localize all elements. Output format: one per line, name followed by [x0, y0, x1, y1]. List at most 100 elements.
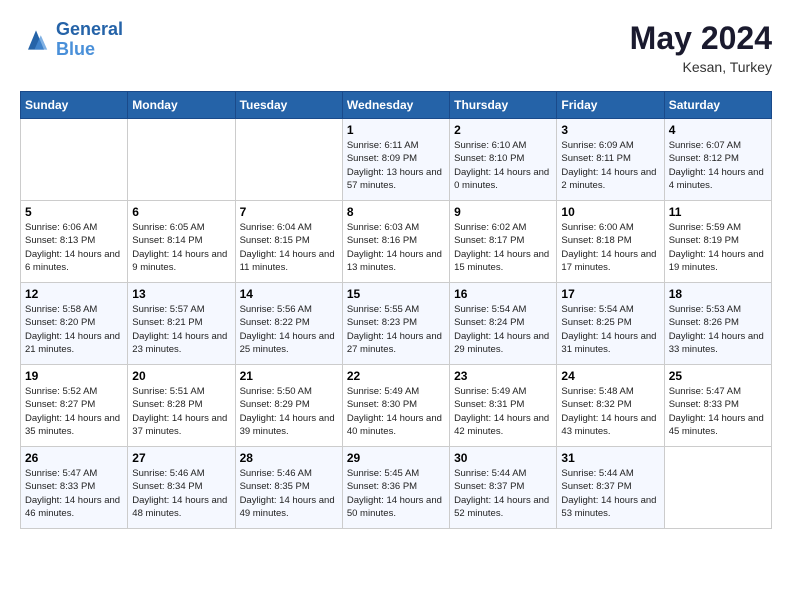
calendar-cell — [235, 119, 342, 201]
calendar-cell: 6Sunrise: 6:05 AMSunset: 8:14 PMDaylight… — [128, 201, 235, 283]
day-number: 13 — [132, 287, 230, 301]
day-info: Sunrise: 5:49 AMSunset: 8:30 PMDaylight:… — [347, 385, 445, 438]
day-number: 18 — [669, 287, 767, 301]
day-number: 29 — [347, 451, 445, 465]
calendar-cell — [664, 447, 771, 529]
calendar-cell: 4Sunrise: 6:07 AMSunset: 8:12 PMDaylight… — [664, 119, 771, 201]
day-info: Sunrise: 5:57 AMSunset: 8:21 PMDaylight:… — [132, 303, 230, 356]
calendar-cell: 15 Sunrise: 5:55 AMSunset: 8:23 PMDayligh… — [342, 283, 449, 365]
day-number: 30 — [454, 451, 552, 465]
day-info: Sunrise: 6:09 AMSunset: 8:11 PMDaylight:… — [561, 139, 659, 192]
day-info: Sunrise: 5:47 AMSunset: 8:33 PMDaylight:… — [25, 467, 123, 520]
calendar-cell: 14Sunrise: 5:56 AMSunset: 8:22 PMDayligh… — [235, 283, 342, 365]
day-info: Sunrise: 5:54 AMSunset: 8:24 PMDaylight:… — [454, 303, 552, 356]
month-title: May 2024 — [630, 20, 772, 57]
day-info: Sunrise: 6:04 AMSunset: 8:15 PMDaylight:… — [240, 221, 338, 274]
day-number: 27 — [132, 451, 230, 465]
day-info: Sunrise: 5:45 AMSunset: 8:36 PMDaylight:… — [347, 467, 445, 520]
column-header-friday: Friday — [557, 92, 664, 119]
day-info: Sunrise: 5:46 AMSunset: 8:34 PMDaylight:… — [132, 467, 230, 520]
day-number: 3 — [561, 123, 659, 137]
day-number: 20 — [132, 369, 230, 383]
calendar-cell: 23 Sunrise: 5:49 AMSunset: 8:31 PMDayligh… — [450, 365, 557, 447]
day-number: 7 — [240, 205, 338, 219]
day-number: 10 — [561, 205, 659, 219]
day-info: Sunrise: 5:54 AMSunset: 8:25 PMDaylight:… — [561, 303, 659, 356]
day-number: 28 — [240, 451, 338, 465]
calendar-table: SundayMondayTuesdayWednesdayThursdayFrid… — [20, 91, 772, 529]
day-number: 23 — [454, 369, 552, 383]
day-number: 15 — [347, 287, 445, 301]
calendar-cell — [128, 119, 235, 201]
logo: General Blue — [20, 20, 123, 60]
calendar-cell: 13 Sunrise: 5:57 AMSunset: 8:21 PMDayligh… — [128, 283, 235, 365]
calendar-cell: 9 Sunrise: 6:02 AMSunset: 8:17 PMDaylight… — [450, 201, 557, 283]
day-number: 24 — [561, 369, 659, 383]
column-header-monday: Monday — [128, 92, 235, 119]
calendar-body: 1Sunrise: 6:11 AMSunset: 8:09 PMDaylight… — [21, 119, 772, 529]
day-info: Sunrise: 5:53 AMSunset: 8:26 PMDaylight:… — [669, 303, 767, 356]
calendar-cell: 10 Sunrise: 6:00 AMSunset: 8:18 PMDayligh… — [557, 201, 664, 283]
day-info: Sunrise: 5:51 AMSunset: 8:28 PMDaylight:… — [132, 385, 230, 438]
day-info: Sunrise: 6:07 AMSunset: 8:12 PMDaylight:… — [669, 139, 767, 192]
calendar-cell: 29 Sunrise: 5:45 AMSunset: 8:36 PMDayligh… — [342, 447, 449, 529]
day-info: Sunrise: 6:02 AMSunset: 8:17 PMDaylight:… — [454, 221, 552, 274]
calendar-cell: 12 Sunrise: 5:58 AMSunset: 8:20 PMDayligh… — [21, 283, 128, 365]
column-header-tuesday: Tuesday — [235, 92, 342, 119]
day-number: 9 — [454, 205, 552, 219]
calendar-cell: 8Sunrise: 6:03 AMSunset: 8:16 PMDaylight… — [342, 201, 449, 283]
day-number: 16 — [454, 287, 552, 301]
calendar-cell: 22 Sunrise: 5:49 AMSunset: 8:30 PMDayligh… — [342, 365, 449, 447]
column-header-wednesday: Wednesday — [342, 92, 449, 119]
day-info: Sunrise: 5:44 AMSunset: 8:37 PMDaylight:… — [561, 467, 659, 520]
calendar-cell: 21Sunrise: 5:50 AMSunset: 8:29 PMDayligh… — [235, 365, 342, 447]
logo-icon — [20, 24, 52, 56]
page-header: General Blue May 2024 Kesan, Turkey — [20, 20, 772, 75]
day-number: 21 — [240, 369, 338, 383]
logo-text: General Blue — [56, 20, 123, 60]
calendar-cell: 2Sunrise: 6:10 AMSunset: 8:10 PMDaylight… — [450, 119, 557, 201]
day-info: Sunrise: 5:52 AMSunset: 8:27 PMDaylight:… — [25, 385, 123, 438]
day-info: Sunrise: 6:06 AMSunset: 8:13 PMDaylight:… — [25, 221, 123, 274]
day-info: Sunrise: 5:58 AMSunset: 8:20 PMDaylight:… — [25, 303, 123, 356]
calendar-cell: 30 Sunrise: 5:44 AMSunset: 8:37 PMDayligh… — [450, 447, 557, 529]
day-number: 22 — [347, 369, 445, 383]
calendar-cell: 28 Sunrise: 5:46 AMSunset: 8:35 PMDayligh… — [235, 447, 342, 529]
day-info: Sunrise: 5:48 AMSunset: 8:32 PMDaylight:… — [561, 385, 659, 438]
day-info: Sunrise: 5:44 AMSunset: 8:37 PMDaylight:… — [454, 467, 552, 520]
day-number: 31 — [561, 451, 659, 465]
day-number: 1 — [347, 123, 445, 137]
calendar-week-row: 12 Sunrise: 5:58 AMSunset: 8:20 PMDayligh… — [21, 283, 772, 365]
day-info: Sunrise: 5:47 AMSunset: 8:33 PMDaylight:… — [669, 385, 767, 438]
day-info: Sunrise: 5:46 AMSunset: 8:35 PMDaylight:… — [240, 467, 338, 520]
calendar-cell: 7 Sunrise: 6:04 AMSunset: 8:15 PMDaylight… — [235, 201, 342, 283]
day-number: 6 — [132, 205, 230, 219]
day-number: 26 — [25, 451, 123, 465]
calendar-cell: 1Sunrise: 6:11 AMSunset: 8:09 PMDaylight… — [342, 119, 449, 201]
day-info: Sunrise: 6:00 AMSunset: 8:18 PMDaylight:… — [561, 221, 659, 274]
calendar-week-row: 19 Sunrise: 5:52 AMSunset: 8:27 PMDayligh… — [21, 365, 772, 447]
calendar-cell: 25 Sunrise: 5:47 AMSunset: 8:33 PMDayligh… — [664, 365, 771, 447]
day-number: 12 — [25, 287, 123, 301]
day-number: 11 — [669, 205, 767, 219]
day-info: Sunrise: 5:55 AMSunset: 8:23 PMDaylight:… — [347, 303, 445, 356]
location: Kesan, Turkey — [630, 59, 772, 75]
day-number: 5 — [25, 205, 123, 219]
calendar-cell: 20 Sunrise: 5:51 AMSunset: 8:28 PMDayligh… — [128, 365, 235, 447]
day-number: 8 — [347, 205, 445, 219]
calendar-cell: 19 Sunrise: 5:52 AMSunset: 8:27 PMDayligh… — [21, 365, 128, 447]
day-number: 2 — [454, 123, 552, 137]
column-header-saturday: Saturday — [664, 92, 771, 119]
column-header-sunday: Sunday — [21, 92, 128, 119]
calendar-week-row: 26 Sunrise: 5:47 AMSunset: 8:33 PMDayligh… — [21, 447, 772, 529]
calendar-cell: 26 Sunrise: 5:47 AMSunset: 8:33 PMDayligh… — [21, 447, 128, 529]
calendar-cell: 16 Sunrise: 5:54 AMSunset: 8:24 PMDayligh… — [450, 283, 557, 365]
calendar-cell — [21, 119, 128, 201]
day-number: 25 — [669, 369, 767, 383]
day-info: Sunrise: 5:49 AMSunset: 8:31 PMDaylight:… — [454, 385, 552, 438]
calendar-cell: 3 Sunrise: 6:09 AMSunset: 8:11 PMDaylight… — [557, 119, 664, 201]
day-number: 19 — [25, 369, 123, 383]
day-number: 17 — [561, 287, 659, 301]
calendar-cell: 11Sunrise: 5:59 AMSunset: 8:19 PMDayligh… — [664, 201, 771, 283]
calendar-week-row: 1Sunrise: 6:11 AMSunset: 8:09 PMDaylight… — [21, 119, 772, 201]
